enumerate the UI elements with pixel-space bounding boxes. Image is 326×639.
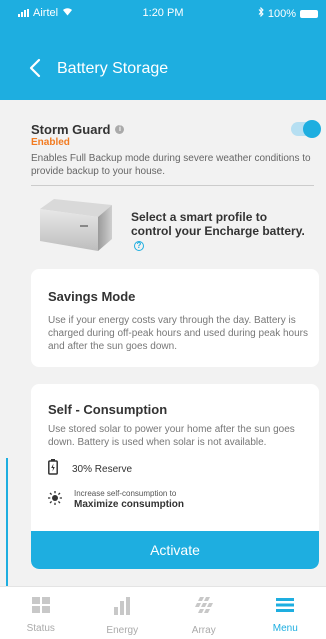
battery-reserve-icon (48, 459, 58, 480)
tab-menu[interactable]: Menu (245, 587, 326, 639)
increase-label: Increase self-consumption to (74, 489, 177, 498)
scroll-indicator (6, 458, 8, 586)
tab-bar: Status Energy Array Menu (0, 586, 326, 639)
storm-guard-heading: Storm Guard i (31, 122, 125, 137)
tab-status-label: Status (26, 623, 55, 634)
info-icon[interactable]: i (115, 125, 125, 134)
self-consumption-description: Use stored solar to power your home afte… (48, 424, 295, 448)
maximize-label: Maximize consumption (74, 499, 185, 510)
tab-energy[interactable]: Energy (82, 587, 164, 639)
menu-icon (275, 597, 295, 618)
maximize-text: Increase self-consumption to Maximize co… (74, 489, 184, 511)
activate-button[interactable]: Activate (31, 531, 319, 569)
maximize-row: Increase self-consumption to Maximize co… (48, 489, 184, 511)
battery-group: 100% (258, 6, 318, 20)
array-icon (192, 597, 216, 620)
status-icon (31, 597, 51, 618)
profile-prompt: Select a smart profile to control your E… (131, 210, 311, 252)
profile-prompt-text: Select a smart profile to control your E… (131, 210, 305, 238)
bluetooth-icon (258, 6, 264, 20)
encharge-battery-image (36, 195, 116, 255)
reserve-label: 30% Reserve (72, 464, 133, 475)
help-icon[interactable]: ? (134, 240, 144, 251)
storm-guard-title: Storm Guard (31, 122, 111, 137)
storm-guard-toggle[interactable] (291, 120, 321, 138)
savings-mode-title: Savings Mode (48, 289, 136, 304)
battery-icon (300, 9, 318, 18)
energy-icon (112, 597, 132, 620)
tab-menu-label: Menu (272, 623, 298, 634)
battery-storage-content: Storm Guard i Enabled Enables Full Backu… (0, 100, 326, 586)
savings-mode-description: Use if your energy costs vary through th… (48, 315, 308, 352)
tab-array-label: Array (191, 625, 216, 636)
back-chevron-icon[interactable] (27, 56, 45, 80)
reserve-row: 30% Reserve (48, 459, 132, 480)
divider (31, 185, 314, 186)
tab-energy-label: Energy (106, 625, 139, 636)
toggle-knob (303, 120, 321, 138)
tab-status[interactable]: Status (0, 587, 82, 639)
storm-guard-status: Enabled (31, 137, 70, 148)
self-consumption-title: Self - Consumption (48, 402, 168, 417)
savings-mode-card[interactable]: Savings Mode Use if your energy costs va… (31, 269, 319, 367)
battery-percent: 100% (267, 7, 296, 20)
tab-array[interactable]: Array (163, 587, 245, 639)
page-title: Battery Storage (57, 60, 169, 77)
header: Airtel 1:20 PM 100% Battery Storage (0, 0, 326, 100)
status-bar: Airtel 1:20 PM 100% (0, 0, 326, 24)
storm-guard-description: Enables Full Backup mode during severe w… (31, 153, 311, 177)
sun-icon (48, 490, 62, 510)
self-consumption-card[interactable]: Self - Consumption Use stored solar to p… (31, 384, 319, 569)
